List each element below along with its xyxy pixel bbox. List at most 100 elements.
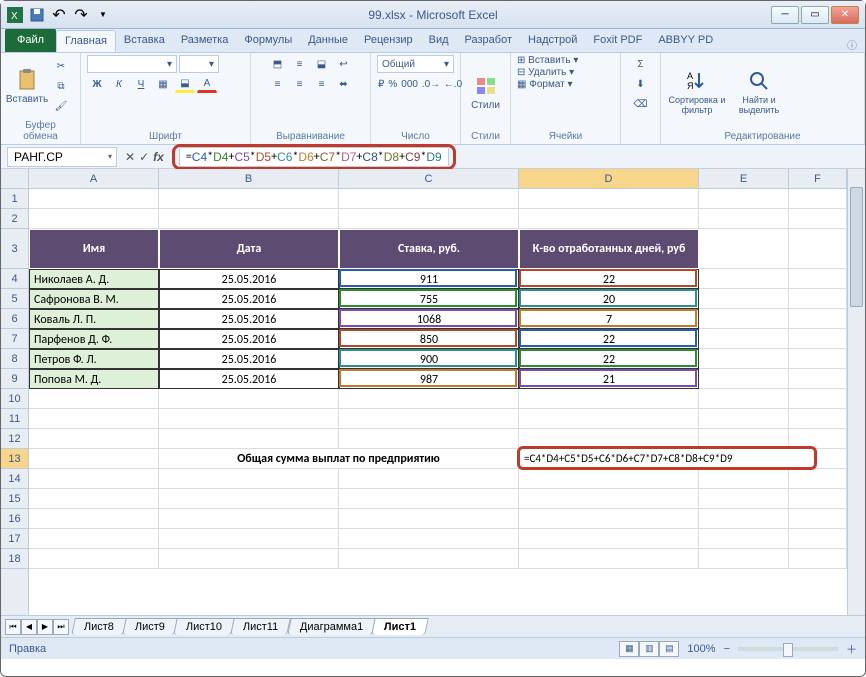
row-header-18[interactable]: 18 [1,549,28,569]
save-icon[interactable] [29,7,45,23]
zoom-slider[interactable] [738,647,838,651]
cell-B2[interactable] [159,209,339,229]
cell-C17[interactable] [339,529,519,549]
cell-E15[interactable] [699,489,789,509]
maximize-button[interactable]: ▭ [801,6,829,24]
cell-E7[interactable] [699,329,789,349]
cell-F4[interactable] [789,269,847,289]
cell-B4[interactable]: 25.05.2016 [159,269,339,289]
merge-button[interactable]: ⬌ [334,75,354,93]
cell-F6[interactable] [789,309,847,329]
zoom-level[interactable]: 100% [687,643,715,655]
cell-A13[interactable] [29,449,159,469]
cell-C7[interactable]: 850 [339,329,519,349]
cell-F10[interactable] [789,389,847,409]
column-header-C[interactable]: C [339,169,519,188]
cell-E5[interactable] [699,289,789,309]
align-right-button[interactable]: ≡ [312,75,332,93]
cell-E1[interactable] [699,189,789,209]
cell-F3[interactable] [789,229,847,269]
cell-F8[interactable] [789,349,847,369]
cell-C2[interactable] [339,209,519,229]
cut-button[interactable]: ✂ [51,58,71,76]
sheet-tab-Лист1[interactable]: Лист1 [371,618,429,635]
ribbon-tab-разработ[interactable]: Разработ [457,30,520,52]
ribbon-tab-рецензир[interactable]: Рецензир [356,30,421,52]
cell-A2[interactable] [29,209,159,229]
align-left-button[interactable]: ≡ [268,75,288,93]
cell-F1[interactable] [789,189,847,209]
cell-A1[interactable] [29,189,159,209]
cell-F15[interactable] [789,489,847,509]
underline-button[interactable]: Ч [131,75,151,93]
row-header-7[interactable]: 7 [1,329,28,349]
cell-A7[interactable]: Парфенов Д. Ф. [29,329,159,349]
cancel-formula-icon[interactable]: ✕ [125,150,135,164]
cell-F16[interactable] [789,509,847,529]
fx-icon[interactable]: fx [153,150,164,164]
row-header-6[interactable]: 6 [1,309,28,329]
normal-view-button[interactable]: ▦ [619,641,639,657]
cell-B11[interactable] [159,409,339,429]
enter-formula-icon[interactable]: ✓ [139,150,149,164]
cell-E9[interactable] [699,369,789,389]
align-center-button[interactable]: ≡ [290,75,310,93]
cell-E8[interactable] [699,349,789,369]
cell-B12[interactable] [159,429,339,449]
sort-filter-button[interactable]: AЯ Сортировка и фильтр [667,64,727,120]
cell-B13[interactable]: Общая сумма выплат по предприятию [159,449,519,469]
ribbon-tab-abbyy pd[interactable]: ABBYY PD [650,30,721,52]
cell-C3[interactable]: Ставка, руб. [339,229,519,269]
tab-nav-next[interactable]: ▶ [37,619,53,635]
help-icon[interactable]: ⓘ [847,37,857,52]
formula-input[interactable]: =C4*D4+C5*D5+C6*D6+C7*D7+C8*D8+C9*D9 [179,147,449,167]
column-header-D[interactable]: D [519,169,699,188]
cell-E3[interactable] [699,229,789,269]
cell-C9[interactable]: 987 [339,369,519,389]
cell-B15[interactable] [159,489,339,509]
increase-decimal-button[interactable]: .0→ [421,75,441,93]
minimize-button[interactable]: ─ [771,6,799,24]
cell-F18[interactable] [789,549,847,569]
cell-B14[interactable] [159,469,339,489]
cell-E2[interactable] [699,209,789,229]
sheet-tab-Диаграмма1[interactable]: Диаграмма1 [287,618,376,635]
cell-D5[interactable]: 20 [519,289,699,309]
cell-E10[interactable] [699,389,789,409]
zoom-out-button[interactable]: − [724,643,730,655]
font-size-combo[interactable]: ▾ [179,55,219,73]
cell-D11[interactable] [519,409,699,429]
align-middle-button[interactable]: ≡ [290,55,310,73]
column-header-A[interactable]: A [29,169,159,188]
name-box[interactable]: РАНГ.СР [7,147,117,167]
cell-F7[interactable] [789,329,847,349]
row-header-8[interactable]: 8 [1,349,28,369]
sheet-tab-Лист10[interactable]: Лист10 [173,618,235,635]
cell-B6[interactable]: 25.05.2016 [159,309,339,329]
cell-B7[interactable]: 25.05.2016 [159,329,339,349]
cell-C4[interactable]: 911 [339,269,519,289]
cell-D14[interactable] [519,469,699,489]
border-button[interactable]: ▦ [153,75,173,93]
row-header-3[interactable]: 3 [1,229,28,269]
comma-button[interactable]: 000 [400,75,419,93]
number-format-combo[interactable]: Общий▾ [377,55,454,73]
cell-A4[interactable]: Николаев А. Д. [29,269,159,289]
cell-B10[interactable] [159,389,339,409]
cell-D1[interactable] [519,189,699,209]
cell-C5[interactable]: 755 [339,289,519,309]
cell-E18[interactable] [699,549,789,569]
cell-B8[interactable]: 25.05.2016 [159,349,339,369]
ribbon-tab-foxit pdf[interactable]: Foxit PDF [585,30,650,52]
row-header-2[interactable]: 2 [1,209,28,229]
cell-C15[interactable] [339,489,519,509]
row-header-10[interactable]: 10 [1,389,28,409]
font-combo[interactable]: ▾ [87,55,177,73]
cell-E6[interactable] [699,309,789,329]
cell-A17[interactable] [29,529,159,549]
worksheet-grid[interactable]: ABCDEF 123456789101112131415161718 ИмяДа… [1,169,865,615]
undo-icon[interactable]: ↶ [51,7,67,23]
cell-A10[interactable] [29,389,159,409]
cells-area[interactable]: ИмяДатаСтавка, руб.К-во отработанных дне… [29,189,847,615]
cell-D17[interactable] [519,529,699,549]
